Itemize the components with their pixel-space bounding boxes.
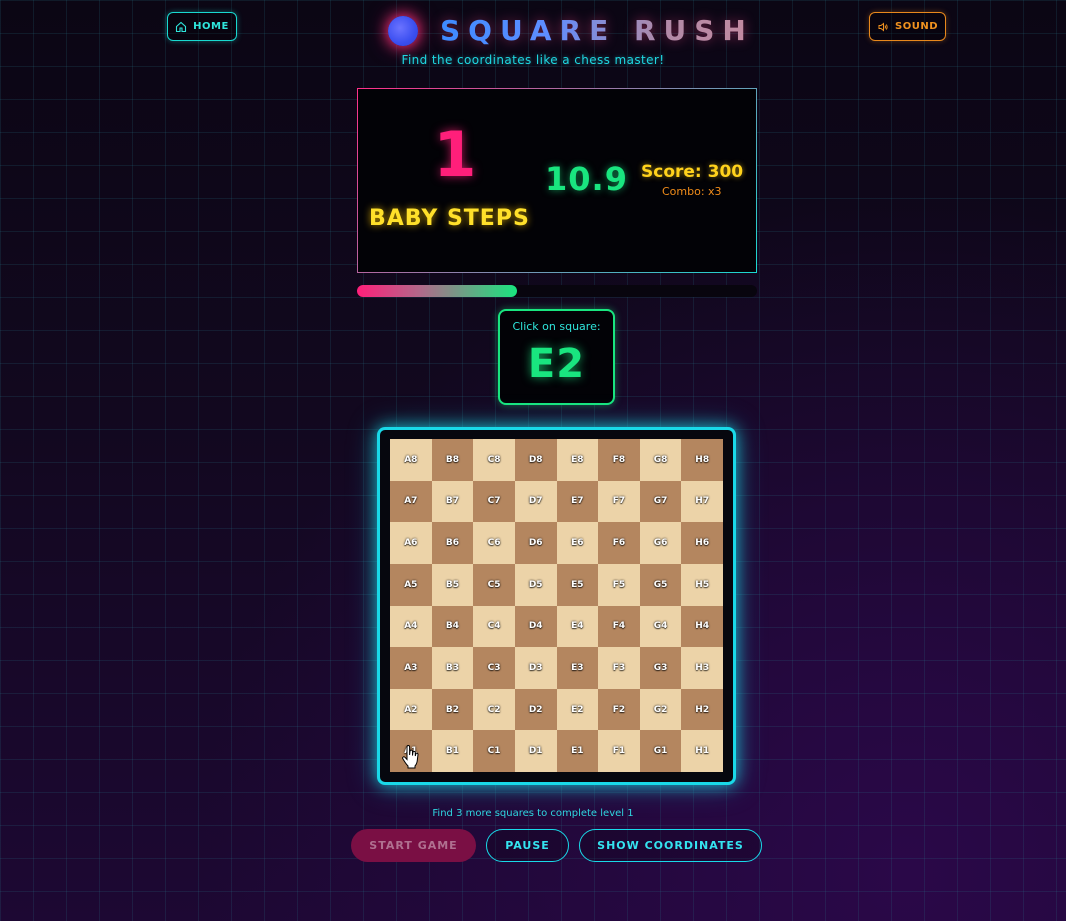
square-e2[interactable]: E2: [556, 688, 599, 731]
sound-label: SOUND: [895, 21, 938, 32]
square-g2[interactable]: G2: [639, 688, 682, 731]
square-b4[interactable]: B4: [431, 605, 474, 648]
square-g8[interactable]: G8: [639, 439, 682, 481]
square-a2[interactable]: A2: [390, 688, 432, 731]
square-b7[interactable]: B7: [431, 480, 474, 523]
square-h5[interactable]: H5: [681, 563, 723, 606]
square-c3[interactable]: C3: [473, 647, 515, 689]
home-icon: [176, 21, 187, 32]
square-f7[interactable]: F7: [598, 480, 640, 523]
combo: Combo: x3: [662, 185, 722, 198]
square-g6[interactable]: G6: [639, 522, 682, 564]
square-a7[interactable]: A7: [390, 480, 432, 523]
square-e3[interactable]: E3: [556, 647, 599, 689]
square-f8[interactable]: F8: [598, 439, 640, 481]
level-number: 1: [433, 118, 477, 191]
square-a6[interactable]: A6: [390, 522, 432, 564]
square-b2[interactable]: B2: [431, 688, 474, 731]
square-h7[interactable]: H7: [681, 480, 723, 523]
square-b8[interactable]: B8: [431, 439, 474, 481]
square-h3[interactable]: H3: [681, 647, 723, 689]
home-button[interactable]: HOME: [167, 12, 237, 41]
square-b1[interactable]: B1: [431, 730, 474, 772]
square-e5[interactable]: E5: [556, 563, 599, 606]
square-g5[interactable]: G5: [639, 563, 682, 606]
chess-board: A8 B8 C8 D8 E8 F8 G8 H8 A7 B7 C7 D7 E7 F7 G7 H7 A6 B6 C6 D6…: [390, 439, 723, 772]
square-c4[interactable]: C4: [473, 605, 515, 648]
square-e4[interactable]: E4: [556, 605, 599, 648]
square-c2[interactable]: C2: [473, 688, 515, 731]
square-e8[interactable]: E8: [556, 439, 599, 481]
level-name: BABY STEPS: [369, 206, 530, 231]
square-c7[interactable]: C7: [473, 480, 515, 523]
square-c5[interactable]: C5: [473, 563, 515, 606]
square-a8[interactable]: A8: [390, 439, 432, 481]
score: Score: 300: [641, 162, 744, 182]
square-c8[interactable]: C8: [473, 439, 515, 481]
square-d1[interactable]: D1: [514, 730, 557, 772]
square-e1[interactable]: E1: [556, 730, 599, 772]
square-h2[interactable]: H2: [681, 688, 723, 731]
square-d5[interactable]: D5: [514, 563, 557, 606]
square-g7[interactable]: G7: [639, 480, 682, 523]
square-g3[interactable]: G3: [639, 647, 682, 689]
square-a4[interactable]: A4: [390, 605, 432, 648]
square-f4[interactable]: F4: [598, 605, 640, 648]
square-d8[interactable]: D8: [514, 439, 557, 481]
square-d4[interactable]: D4: [514, 605, 557, 648]
square-f6[interactable]: F6: [598, 522, 640, 564]
progress-bar: [357, 285, 757, 297]
square-b5[interactable]: B5: [431, 563, 474, 606]
timer: 10.9: [545, 160, 628, 198]
show-coordinates-button[interactable]: SHOW COORDINATES: [579, 829, 762, 862]
square-d2[interactable]: D2: [514, 688, 557, 731]
page-subtitle: Find the coordinates like a chess master…: [401, 53, 665, 67]
pause-button[interactable]: PAUSE: [486, 829, 569, 862]
square-d3[interactable]: D3: [514, 647, 557, 689]
start-game-button[interactable]: START GAME: [351, 829, 476, 862]
square-h6[interactable]: H6: [681, 522, 723, 564]
square-b6[interactable]: B6: [431, 522, 474, 564]
square-c1[interactable]: C1: [473, 730, 515, 772]
square-f2[interactable]: F2: [598, 688, 640, 731]
page-title: SQUARE RUSH: [440, 14, 754, 47]
square-f1[interactable]: F1: [598, 730, 640, 772]
square-g4[interactable]: G4: [639, 605, 682, 648]
square-e6[interactable]: E6: [556, 522, 599, 564]
speaker-icon: [878, 21, 888, 32]
square-e7[interactable]: E7: [556, 480, 599, 523]
square-d6[interactable]: D6: [514, 522, 557, 564]
square-d7[interactable]: D7: [514, 480, 557, 523]
target-square: E2: [527, 341, 586, 387]
square-f5[interactable]: F5: [598, 563, 640, 606]
square-h8[interactable]: H8: [681, 439, 723, 481]
square-b3[interactable]: B3: [431, 647, 474, 689]
square-h1[interactable]: H1: [681, 730, 723, 772]
progress-fill: [357, 285, 517, 297]
square-g1[interactable]: G1: [639, 730, 682, 772]
home-label: HOME: [193, 21, 229, 32]
target-label: Click on square:: [512, 320, 601, 333]
sound-button[interactable]: SOUND: [869, 12, 946, 41]
level-hint: Find 3 more squares to complete level 1: [432, 808, 634, 819]
square-c6[interactable]: C6: [473, 522, 515, 564]
square-h4[interactable]: H4: [681, 605, 723, 648]
square-a5[interactable]: A5: [390, 563, 432, 606]
square-f3[interactable]: F3: [598, 647, 640, 689]
square-a3[interactable]: A3: [390, 647, 432, 689]
hand-cursor-icon: [402, 745, 419, 769]
logo-icon: [388, 16, 418, 46]
